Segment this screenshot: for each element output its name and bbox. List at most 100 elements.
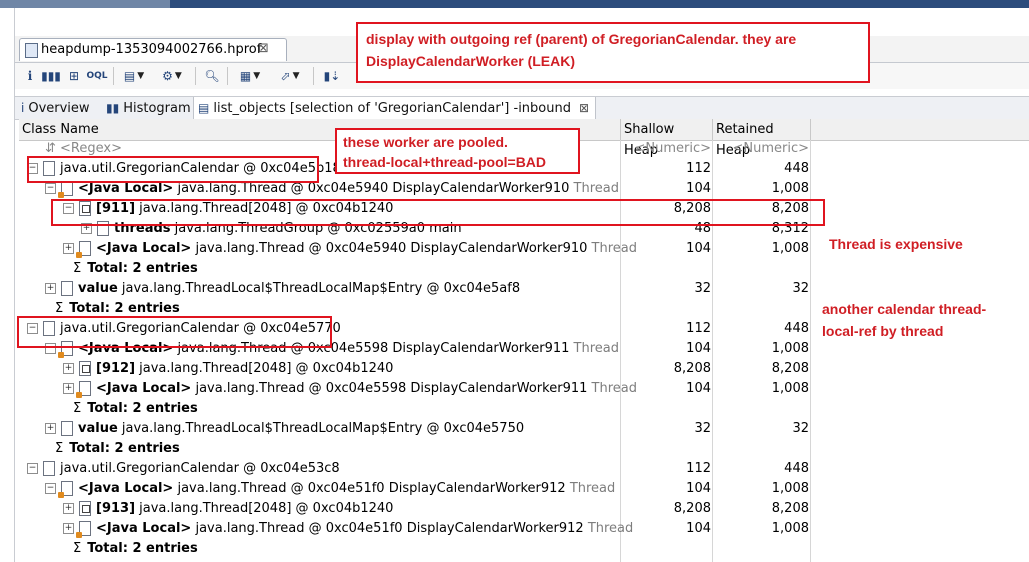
- annotation-line: these worker are pooled.: [343, 134, 508, 150]
- tab-histogram[interactable]: ▮▮ Histogram: [106, 97, 191, 119]
- toolbar-separator: [227, 67, 228, 85]
- gc-root-label: Thread: [569, 341, 619, 356]
- table-row[interactable]: + value java.lang.ThreadLocal$ThreadLocal…: [19, 280, 1029, 300]
- histogram-icon: ▮▮: [106, 101, 120, 115]
- thread-object-icon: [76, 521, 91, 538]
- group-icon[interactable]: ▦ ▼: [235, 67, 265, 85]
- window-title-strip: [0, 0, 1029, 8]
- toolbar-separator: [113, 67, 114, 85]
- table-row[interactable]: + <Java Local> java.lang.Thread @ 0xc04e5…: [19, 520, 1029, 540]
- class-name-cell: Σ Total: 2 entries: [45, 441, 180, 456]
- expand-icon[interactable]: +: [63, 363, 74, 374]
- expand-icon[interactable]: +: [63, 523, 74, 534]
- class-name-cell: + [912] java.lang.Thread[2048] @ 0xc04b12…: [63, 361, 393, 376]
- retained-heap-cell: 1,008: [771, 521, 809, 536]
- class-name-cell: Σ Total: 2 entries: [63, 401, 198, 416]
- retained-filter-input[interactable]: <Numeric>: [728, 141, 809, 156]
- field-name: Total: 2 entries: [87, 261, 198, 276]
- query-browser-icon[interactable]: ⚙ ▼: [157, 67, 187, 85]
- thread-overview-icon[interactable]: ▤ ▼: [119, 67, 149, 85]
- object-label: java.lang.ThreadLocal$ThreadLocalMap$Ent…: [117, 281, 521, 296]
- retained-heap-cell: 448: [784, 161, 809, 176]
- table-row[interactable]: + <Java Local> java.lang.Thread @ 0xc04e5…: [19, 380, 1029, 400]
- file-icon: [25, 43, 38, 58]
- list-icon: ▤: [198, 101, 210, 115]
- calculate-retained-icon[interactable]: ▮⇣: [323, 67, 341, 85]
- result-tab-bar: i Overview ▮▮ Histogram ▤ list_objects […: [15, 96, 1029, 120]
- info-icon: i: [21, 101, 25, 115]
- tab-label: list_objects [selection of 'GregorianCal…: [213, 100, 571, 116]
- search-icon[interactable]: 🔍︎: [203, 67, 221, 85]
- table-row[interactable]: + [912] java.lang.Thread[2048] @ 0xc04b12…: [19, 360, 1029, 380]
- left-gutter: [0, 8, 15, 562]
- sum-icon: Σ: [73, 541, 82, 556]
- chevron-down-icon: ▼: [253, 71, 261, 81]
- object-icon: [61, 421, 73, 436]
- object-icon: [43, 461, 55, 476]
- editor-tab-label: heapdump-1353094002766.hprof: [41, 42, 262, 57]
- object-label: java.util.GregorianCalendar @ 0xc04e53c8: [60, 461, 340, 476]
- collapse-icon[interactable]: −: [45, 183, 56, 194]
- retained-heap-cell: 448: [784, 321, 809, 336]
- highlight-box-thread-array: [51, 199, 825, 226]
- tab-overview[interactable]: i Overview: [21, 97, 90, 119]
- expand-icon[interactable]: +: [45, 423, 56, 434]
- shallow-heap-cell: 112: [686, 161, 711, 176]
- tab-list-objects[interactable]: ▤ list_objects [selection of 'GregorianC…: [193, 97, 597, 119]
- class-name-cell: + value java.lang.ThreadLocal$ThreadLocal…: [45, 421, 524, 436]
- editor-tab-heapdump[interactable]: heapdump-1353094002766.hprof ⊠: [19, 38, 287, 61]
- retained-heap-cell: 1,008: [771, 381, 809, 396]
- column-header-retained-heap[interactable]: Retained Heap: [713, 119, 811, 158]
- close-icon[interactable]: ⊠: [579, 101, 589, 115]
- shallow-filter-input[interactable]: <Numeric>: [626, 141, 711, 156]
- array-object-icon: [79, 361, 91, 376]
- class-name-cell: + <Java Local> java.lang.Thread @ 0xc04e5…: [63, 381, 637, 398]
- overview-icon[interactable]: i: [23, 67, 37, 85]
- expand-icon[interactable]: +: [63, 243, 74, 254]
- retained-heap-cell: 8,208: [771, 501, 809, 516]
- column-header-shallow-heap[interactable]: Shallow Heap: [621, 119, 713, 158]
- collapse-icon[interactable]: −: [45, 483, 56, 494]
- title-strip-highlight: [0, 0, 170, 8]
- retained-heap-cell: 8,208: [771, 361, 809, 376]
- table-row[interactable]: + [913] java.lang.Thread[2048] @ 0xc04b12…: [19, 500, 1029, 520]
- dominator-tree-icon[interactable]: ⊞: [65, 67, 83, 85]
- table-row[interactable]: Σ Total: 2 entries: [19, 440, 1029, 460]
- object-label: java.lang.Thread @ 0xc04e5940 DisplayCal…: [191, 241, 588, 256]
- oql-icon[interactable]: OQL: [86, 67, 107, 85]
- regex-filter-input[interactable]: ⇵ <Regex>: [45, 141, 122, 156]
- gc-root-label: Thread: [565, 481, 616, 496]
- table-row[interactable]: Σ Total: 2 entries: [19, 260, 1029, 280]
- shallow-heap-cell: 104: [686, 481, 711, 496]
- shallow-heap-cell: 104: [686, 241, 711, 256]
- field-name: <Java Local>: [96, 381, 192, 396]
- object-label: java.lang.ThreadLocal$ThreadLocalMap$Ent…: [117, 421, 525, 436]
- table-row[interactable]: Σ Total: 2 entries: [19, 540, 1029, 560]
- sum-icon: Σ: [55, 301, 64, 316]
- close-icon[interactable]: ⊠: [258, 41, 269, 56]
- highlight-box-first-calendar: [27, 156, 319, 183]
- field-name: Total: 2 entries: [87, 541, 198, 556]
- sum-icon: Σ: [73, 261, 82, 276]
- table-row[interactable]: Σ Total: 2 entries: [19, 400, 1029, 420]
- expand-icon[interactable]: +: [63, 383, 74, 394]
- export-icon[interactable]: ⬀ ▼: [275, 67, 305, 85]
- shallow-heap-cell: 32: [694, 421, 711, 436]
- sum-icon: Σ: [55, 441, 64, 456]
- collapse-icon[interactable]: −: [27, 463, 38, 474]
- table-row[interactable]: + value java.lang.ThreadLocal$ThreadLocal…: [19, 420, 1029, 440]
- sum-icon: Σ: [73, 401, 82, 416]
- table-row[interactable]: − <Java Local> java.lang.Thread @ 0xc04e5…: [19, 480, 1029, 500]
- table-row[interactable]: − java.util.GregorianCalendar @ 0xc04e53c…: [19, 460, 1029, 480]
- thread-object-icon: [76, 241, 91, 258]
- chevron-down-icon: ▼: [174, 71, 182, 81]
- expand-icon[interactable]: +: [63, 503, 74, 514]
- histogram-icon[interactable]: ▮▮▮: [41, 67, 61, 85]
- field-name: Total: 2 entries: [69, 441, 180, 456]
- class-name-cell: − java.util.GregorianCalendar @ 0xc04e53c…: [27, 461, 340, 476]
- table-row[interactable]: − <Java Local> java.lang.Thread @ 0xc04e5…: [19, 180, 1029, 200]
- thread-object-icon: [58, 181, 73, 198]
- class-name-cell: − <Java Local> java.lang.Thread @ 0xc04e5…: [45, 481, 616, 498]
- object-icon: [61, 281, 73, 296]
- expand-icon[interactable]: +: [45, 283, 56, 294]
